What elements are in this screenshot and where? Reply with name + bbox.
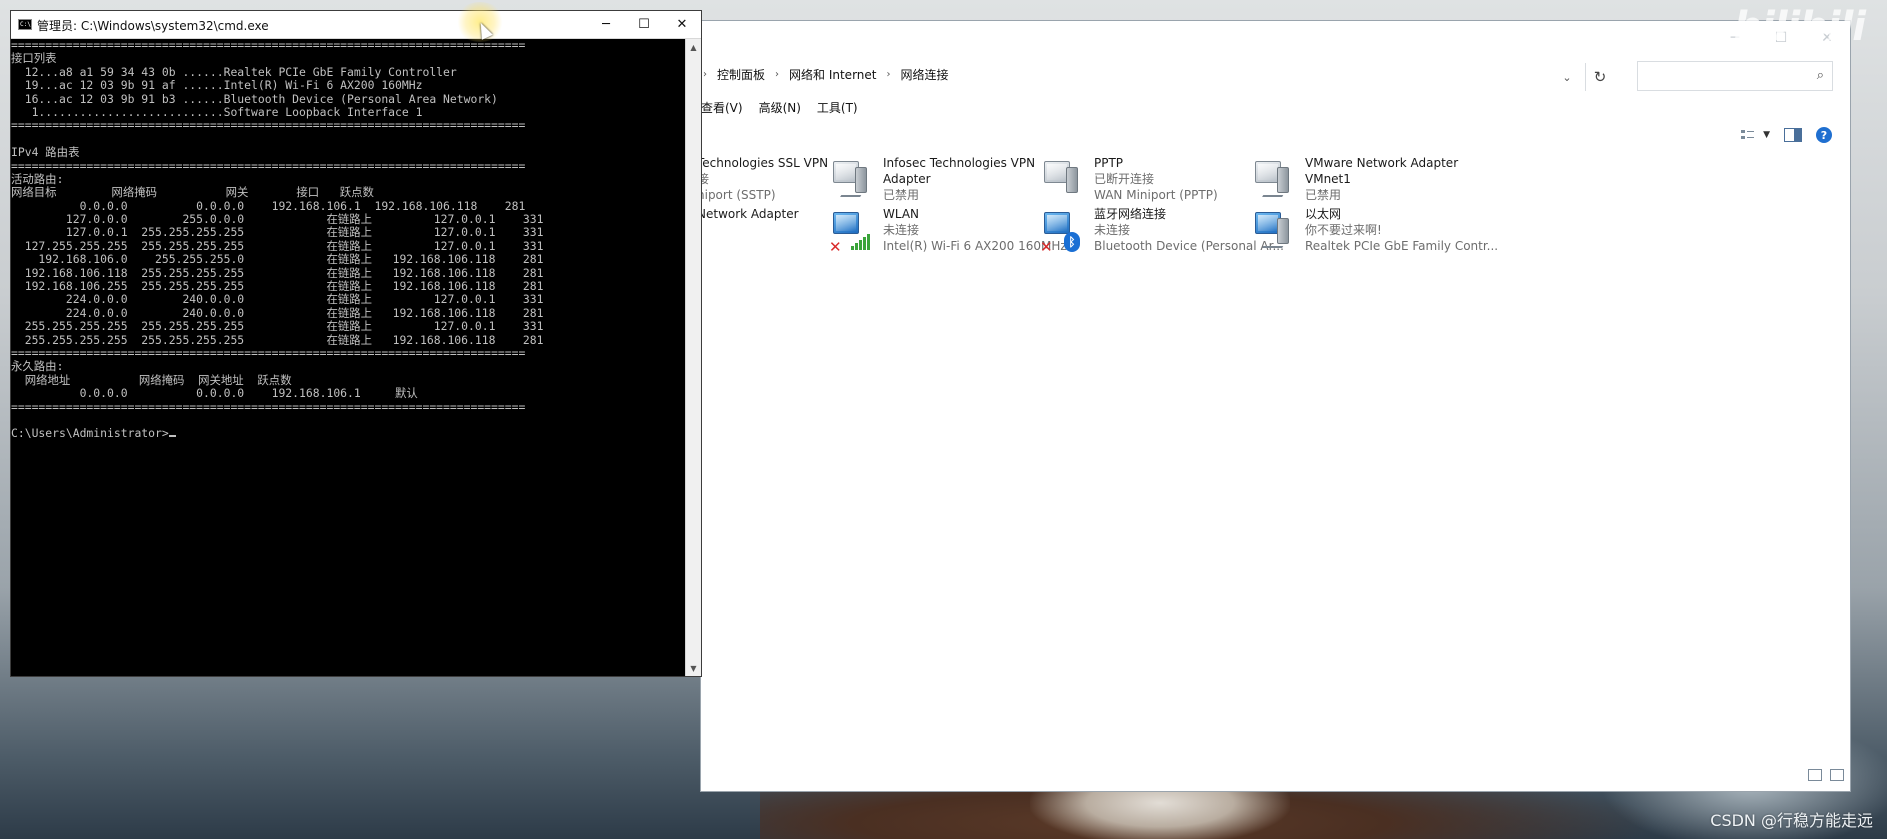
search-input[interactable]: ⌕ bbox=[1637, 61, 1833, 91]
help-icon[interactable]: ? bbox=[1816, 127, 1832, 143]
cmd-minimize-button[interactable]: ─ bbox=[587, 11, 625, 38]
network-connections-window: ─ ☐ ✕ › 控制面板 › 网络和 Internet › 网络连接 ⌄ ↻ ⌕… bbox=[700, 20, 1851, 792]
console-line: 127.255.255.255 255.255.255.255 在链路上 127… bbox=[11, 238, 544, 253]
cmd-titlebar[interactable]: C:\ 管理员: C:\Windows\system32\cmd.exe ─ ☐… bbox=[11, 11, 701, 39]
status-bar-view-icons bbox=[1808, 769, 1844, 781]
console-line: 1...........................Software Loo… bbox=[11, 104, 423, 119]
bluetooth-adapter-icon: ✕ ᛒ bbox=[1040, 208, 1084, 256]
console-line: 255.255.255.255 255.255.255.255 在链路上 127… bbox=[11, 319, 544, 334]
signal-bars-icon bbox=[851, 234, 871, 250]
connection-name: VMware Network Adapter VMnet1 bbox=[1305, 156, 1459, 186]
ethernet-adapter-icon bbox=[1251, 208, 1295, 252]
cmd-window-title: 管理员: C:\Windows\system32\cmd.exe bbox=[37, 19, 269, 33]
console-line: ========================================… bbox=[11, 158, 526, 173]
console-line: 224.0.0.0 240.0.0.0 在链路上 192.168.106.118… bbox=[11, 305, 544, 320]
console-line: 网络目标 网络掩码 网关 接口 跃点数 bbox=[11, 185, 374, 200]
menu-tools[interactable]: 工具(T) bbox=[817, 99, 858, 116]
connection-status: 已禁用 bbox=[1305, 188, 1342, 202]
cmd-console-output[interactable]: ========================================… bbox=[11, 39, 686, 676]
menu-view[interactable]: 查看(V) bbox=[701, 99, 743, 116]
search-icon: ⌕ bbox=[1816, 68, 1824, 83]
bilibili-watermark: bilibili bbox=[1733, 4, 1866, 50]
preview-pane-icon[interactable] bbox=[1784, 128, 1802, 142]
scroll-down-icon[interactable]: ▼ bbox=[686, 660, 701, 676]
cmd-window: C:\ 管理员: C:\Windows\system32\cmd.exe ─ ☐… bbox=[10, 10, 702, 677]
console-line: 0.0.0.0 0.0.0.0 192.168.106.1 192.168.10… bbox=[11, 198, 526, 213]
details-view-icon[interactable] bbox=[1808, 769, 1822, 781]
console-line: ========================================… bbox=[11, 345, 526, 360]
console-line: 永久路由: bbox=[11, 359, 64, 374]
cmd-app-icon: C:\ bbox=[18, 19, 32, 30]
connections-list: Technologies SSL VPN 接 niport (SSTP) Inf… bbox=[701, 155, 1850, 761]
cmd-window-buttons: ─ ☐ ✕ bbox=[587, 11, 701, 38]
console-line: 活动路由: bbox=[11, 171, 64, 186]
wlan-adapter-icon: ✕ bbox=[829, 208, 873, 256]
connection-item-wlan[interactable]: ✕ WLAN 未连接 Intel(R) Wi-Fi 6 AX200 160MHz bbox=[829, 206, 1074, 266]
address-dropdown-icon[interactable]: ⌄ bbox=[1553, 63, 1581, 91]
disconnected-x-icon: ✕ bbox=[829, 238, 842, 256]
breadcrumb-network-connections[interactable]: 网络连接 bbox=[900, 66, 948, 83]
menu-bar: 查看(V) 高级(N) 工具(T) bbox=[701, 95, 858, 119]
breadcrumb-network-internet[interactable]: 网络和 Internet bbox=[789, 66, 876, 83]
console-line: ========================================… bbox=[11, 399, 526, 414]
explorer-titlebar: ─ ☐ ✕ bbox=[701, 21, 1850, 55]
menu-advanced[interactable]: 高级(N) bbox=[759, 99, 801, 116]
vmware-adapter-icon bbox=[1251, 157, 1295, 201]
chevron-right-icon: › bbox=[703, 68, 707, 80]
chevron-right-icon: › bbox=[886, 68, 891, 80]
console-line: 224.0.0.0 240.0.0.0 在链路上 127.0.0.1 331 bbox=[11, 292, 544, 307]
pptp-adapter-icon bbox=[1040, 157, 1084, 201]
console-line: 接口列表 bbox=[11, 51, 57, 66]
disconnected-x-icon: ✕ bbox=[1040, 238, 1053, 256]
chevron-right-icon: › bbox=[775, 68, 780, 80]
console-line: ========================================… bbox=[11, 39, 526, 52]
console-line: 192.168.106.0 255.255.255.0 在链路上 192.168… bbox=[11, 252, 544, 267]
connection-item-ethernet[interactable]: 以太网 你不要过来啊! Realtek PCIe GbE Family Cont… bbox=[1251, 206, 1498, 266]
console-line: ========================================… bbox=[11, 118, 526, 133]
command-bar: ▼ ? bbox=[701, 121, 1850, 155]
change-view-icon[interactable] bbox=[1739, 127, 1758, 143]
scroll-up-icon[interactable]: ▲ bbox=[686, 39, 701, 55]
connection-item-bluetooth[interactable]: ✕ ᛒ 蓝牙网络连接 未连接 Bluetooth Device (Persona… bbox=[1040, 206, 1285, 266]
connection-status: 你不要过来啊! bbox=[1305, 223, 1382, 237]
csdn-watermark: CSDN @行稳方能走远 bbox=[1710, 811, 1873, 830]
console-line: 19...ac 12 03 9b 91 af ......Intel(R) Wi… bbox=[11, 78, 423, 93]
console-line: 127.0.0.0 255.0.0.0 在链路上 127.0.0.1 331 bbox=[11, 212, 544, 227]
cmd-close-button[interactable]: ✕ bbox=[663, 11, 701, 38]
cmd-maximize-button[interactable]: ☐ bbox=[625, 11, 663, 38]
console-line: 192.168.106.118 255.255.255.255 在链路上 192… bbox=[11, 265, 544, 280]
bluetooth-icon: ᛒ bbox=[1064, 232, 1080, 252]
console-line: 12...a8 a1 59 34 43 0b ......Realtek PCI… bbox=[11, 64, 457, 79]
command-bar-icons: ▼ ? bbox=[1739, 127, 1832, 143]
cmd-scrollbar[interactable]: ▲ ▼ bbox=[685, 39, 701, 676]
console-line: C:\Users\Administrator> bbox=[11, 426, 686, 440]
console-line: 127.0.0.1 255.255.255.255 在链路上 127.0.0.1… bbox=[11, 225, 544, 240]
large-icons-view-icon[interactable] bbox=[1830, 769, 1844, 781]
status-bar bbox=[701, 761, 1850, 791]
console-line: 255.255.255.255 255.255.255.255 在链路上 192… bbox=[11, 332, 544, 347]
address-bar[interactable]: › 控制面板 › 网络和 Internet › 网络连接 bbox=[701, 59, 1491, 89]
vpn-adapter-icon bbox=[829, 157, 873, 201]
console-line: 网络地址 网络掩码 网关地址 跃点数 bbox=[11, 372, 292, 387]
breadcrumb: › 控制面板 › 网络和 Internet › 网络连接 bbox=[703, 59, 949, 89]
view-dropdown-icon[interactable]: ▼ bbox=[1763, 130, 1770, 140]
refresh-icon[interactable]: ↻ bbox=[1585, 63, 1614, 91]
breadcrumb-control-panel[interactable]: 控制面板 bbox=[717, 66, 765, 83]
console-line: 192.168.106.255 255.255.255.255 在链路上 192… bbox=[11, 279, 544, 294]
connection-name: 以太网 bbox=[1305, 207, 1342, 221]
text-cursor bbox=[168, 435, 176, 438]
connection-device: Realtek PCIe GbE Family Contr... bbox=[1305, 239, 1499, 253]
console-line: 0.0.0.0 0.0.0.0 192.168.106.1 默认 bbox=[11, 386, 418, 401]
console-line: 16...ac 12 03 9b 91 b3 ......Bluetooth D… bbox=[11, 91, 498, 106]
console-line: IPv4 路由表 bbox=[11, 145, 80, 160]
